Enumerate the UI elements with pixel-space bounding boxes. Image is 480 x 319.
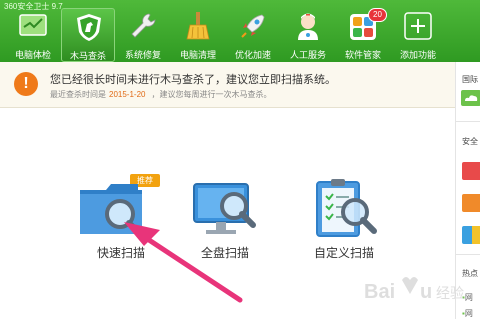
svg-text:Bai: Bai <box>364 281 395 303</box>
cloud-icon <box>461 90 480 106</box>
right-panel-mid-label: 安全 <box>462 137 478 146</box>
divider <box>456 121 480 122</box>
baidu-watermark-logo: Bai u 经验 <box>364 277 464 303</box>
red-app-icon[interactable] <box>462 162 480 180</box>
svg-text:经验: 经验 <box>436 286 464 302</box>
svg-text:u: u <box>420 281 432 303</box>
right-panel-top-label: 国际 <box>462 75 478 84</box>
colorful-app-icon[interactable] <box>462 226 480 244</box>
heart-app-icon[interactable] <box>462 194 480 212</box>
divider <box>456 254 480 255</box>
